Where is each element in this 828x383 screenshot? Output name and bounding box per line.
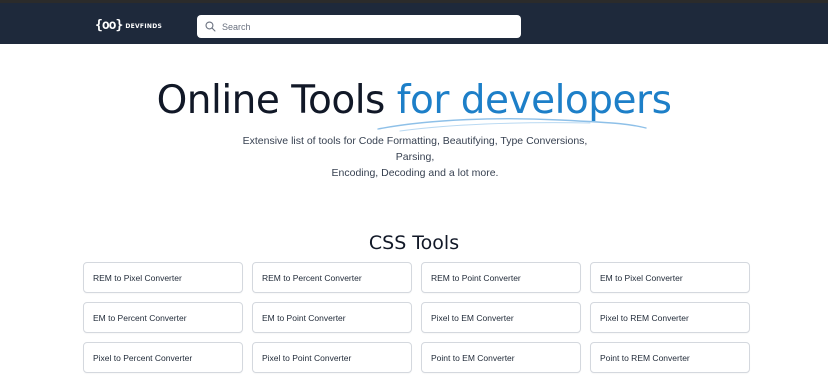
tool-label: REM to Pixel Converter (93, 272, 182, 283)
tool-card-pixel-to-rem[interactable]: Pixel to REM Converter (590, 302, 750, 333)
tool-label: Pixel to EM Converter (431, 312, 514, 323)
tool-card-rem-to-point[interactable]: REM to Point Converter (421, 262, 581, 293)
devfinds-logo-icon: {oo} (95, 17, 123, 33)
tool-label: REM to Percent Converter (262, 272, 362, 283)
search-box[interactable] (197, 15, 521, 38)
search-icon (205, 21, 216, 32)
tool-card-pixel-to-em[interactable]: Pixel to EM Converter (421, 302, 581, 333)
tool-card-point-to-rem[interactable]: Point to REM Converter (590, 342, 750, 373)
logo-text: DEVFINDS (125, 22, 163, 30)
tool-card-em-to-pixel[interactable]: EM to Pixel Converter (590, 262, 750, 293)
tool-card-em-to-percent[interactable]: EM to Percent Converter (83, 302, 243, 333)
top-navbar: {oo} DEVFINDS (0, 0, 828, 44)
tool-label: Pixel to Point Converter (262, 352, 352, 363)
hero-subtitle-line2: Encoding, Decoding and a lot more. (331, 167, 499, 179)
tool-card-rem-to-pixel[interactable]: REM to Pixel Converter (83, 262, 243, 293)
hero-subtitle: Extensive list of tools for Code Formatt… (230, 133, 600, 181)
tool-label: Pixel to Percent Converter (93, 352, 193, 363)
tool-card-em-to-point[interactable]: EM to Point Converter (252, 302, 412, 333)
css-tools-grid: REM to Pixel Converter REM to Percent Co… (83, 262, 750, 373)
tool-label: EM to Percent Converter (93, 312, 187, 323)
tool-label: Point to REM Converter (600, 352, 690, 363)
site-logo[interactable]: {oo} DEVFINDS (95, 15, 162, 35)
search-input[interactable] (222, 16, 521, 37)
tool-label: Point to EM Converter (431, 352, 515, 363)
underline-squiggle-icon (377, 118, 647, 132)
tool-label: EM to Pixel Converter (600, 272, 683, 283)
tool-card-rem-to-percent[interactable]: REM to Percent Converter (252, 262, 412, 293)
tool-label: EM to Point Converter (262, 312, 346, 323)
tool-card-point-to-em[interactable]: Point to EM Converter (421, 342, 581, 373)
tool-label: REM to Point Converter (431, 272, 521, 283)
tool-card-pixel-to-point[interactable]: Pixel to Point Converter (252, 342, 412, 373)
tool-card-pixel-to-percent[interactable]: Pixel to Percent Converter (83, 342, 243, 373)
section-title-css-tools: CSS Tools (368, 232, 460, 254)
tool-label: Pixel to REM Converter (600, 312, 689, 323)
hero-subtitle-line1: Extensive list of tools for Code Formatt… (242, 135, 588, 163)
